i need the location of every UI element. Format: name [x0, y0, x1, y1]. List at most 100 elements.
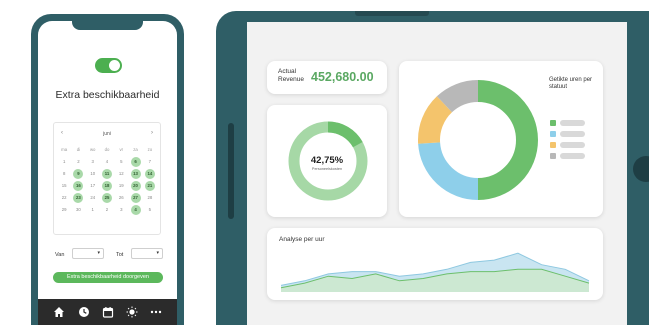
calendar-day-available[interactable]: 13: [130, 169, 141, 179]
personnel-cost-card: 42,75% Personeelskosten: [267, 105, 387, 217]
calendar-day-available[interactable]: 11: [101, 169, 112, 179]
calendar-day[interactable]: 1: [88, 205, 98, 215]
weekday-label: za: [133, 147, 138, 152]
donut-slice: [418, 141, 479, 200]
calendar-day[interactable]: 29: [59, 205, 69, 215]
hours-by-status-card: Getikte uren per statuut: [399, 61, 603, 217]
tablet-device: Actual Revenue 452,680.00 42,75% Persone…: [216, 11, 649, 325]
calendar-day[interactable]: 24: [88, 193, 98, 203]
dashboard-screen: Actual Revenue 452,680.00 42,75% Persone…: [247, 22, 627, 325]
to-select[interactable]: ▾: [131, 248, 163, 259]
calendar-day[interactable]: 3: [116, 205, 126, 215]
calendar-day[interactable]: 5: [145, 205, 155, 215]
calendar-day-available[interactable]: 23: [73, 193, 84, 203]
calendar-day-available[interactable]: 20: [130, 181, 141, 191]
calendar-icon[interactable]: [102, 306, 114, 318]
calendar-day[interactable]: 15: [59, 181, 69, 191]
toggle-knob: [109, 60, 120, 71]
more-icon[interactable]: [150, 306, 162, 318]
revenue-value: 452,680.00: [311, 70, 374, 84]
calendar-day-available[interactable]: 27: [130, 193, 141, 203]
legend-placeholder-bar: [560, 120, 585, 126]
revenue-label-line1: Actual: [278, 68, 297, 75]
calendar-month: juni: [103, 131, 111, 137]
legend-swatch: [550, 120, 556, 126]
legend-swatch: [550, 142, 556, 148]
calendar-day[interactable]: 28: [145, 193, 155, 203]
calendar-day[interactable]: 1: [59, 157, 69, 167]
legend-placeholder-bar: [560, 153, 585, 159]
calendar-day-available[interactable]: 18: [101, 181, 112, 191]
hourly-area-chart: [280, 252, 590, 292]
calendar-day[interactable]: 26: [116, 193, 126, 203]
calendar-day[interactable]: 12: [116, 169, 126, 179]
calendar-day-available[interactable]: 6: [130, 157, 141, 167]
weekday-label: ma: [61, 147, 68, 152]
tablet-side-button: [228, 123, 234, 219]
revenue-label-line2: Revenue: [278, 76, 305, 83]
legend-item: [550, 119, 590, 127]
from-label: Van: [55, 252, 65, 258]
weekday-label: wo: [89, 147, 96, 152]
caret-down-icon: ▾: [97, 250, 100, 256]
calendar-day[interactable]: 2: [102, 205, 112, 215]
page-title: Extra beschikbaarheid: [55, 89, 160, 101]
revenue-card: Actual Revenue 452,680.00: [267, 61, 387, 94]
donut-slice: [477, 80, 538, 200]
calendar-day[interactable]: 7: [145, 157, 155, 167]
sun-icon[interactable]: [126, 306, 138, 318]
hours-by-status-donut: [418, 80, 538, 200]
weekday-label: do: [104, 147, 110, 152]
weekday-label: di: [76, 147, 81, 152]
calendar-day-available[interactable]: 21: [144, 181, 155, 191]
donut-slice: [418, 96, 453, 144]
donut-slice: [436, 80, 479, 113]
legend-item: [550, 141, 590, 149]
home-icon[interactable]: [53, 306, 65, 318]
to-label: Tot: [116, 252, 124, 258]
calendar-day[interactable]: 30: [73, 205, 83, 215]
calendar-header: ‹ juni ›: [54, 130, 160, 140]
tablet-top-button: [355, 11, 429, 16]
calendar-day[interactable]: 10: [88, 169, 98, 179]
calendar-day[interactable]: 17: [88, 181, 98, 191]
calendar: ‹ juni › ma di wo do vr za zo 1 2 3 4 5 6 7 8 9 10 11 12 13…: [53, 122, 161, 235]
donut-progress: [327, 121, 363, 148]
calendar-day-available[interactable]: 25: [101, 193, 112, 203]
calendar-day[interactable]: 19: [116, 181, 126, 191]
clock-icon[interactable]: [78, 306, 90, 318]
calendar-day[interactable]: 3: [88, 157, 98, 167]
calendar-day-available[interactable]: 9: [73, 169, 84, 179]
calendar-day[interactable]: 22: [59, 193, 69, 203]
calendar-day-available[interactable]: 16: [73, 181, 84, 191]
legend-swatch: [550, 131, 556, 137]
availability-toggle[interactable]: [95, 58, 122, 73]
legend-swatch: [550, 153, 556, 159]
calendar-day[interactable]: 2: [73, 157, 83, 167]
legend-placeholder-bar: [560, 142, 585, 148]
phone-device: Extra beschikbaarheid ‹ juni › ma di wo do v…: [31, 14, 184, 325]
phone-screen: Extra beschikbaarheid ‹ juni › ma di wo do v…: [38, 21, 177, 325]
weekday-label: vr: [119, 147, 124, 152]
legend-placeholder-bar: [560, 131, 585, 137]
phone-notch: [72, 21, 143, 30]
donut-title: Getikte uren per statuut: [549, 77, 593, 90]
tablet-camera: [633, 156, 649, 182]
weekday-label: zo: [147, 147, 153, 152]
submit-availability-button[interactable]: Extra beschikbaarheid doorgeven: [53, 272, 163, 283]
donut-legend: [550, 119, 590, 163]
from-select[interactable]: ▾: [72, 248, 104, 259]
calendar-grid: ma di wo do vr za zo 1 2 3 4 5 6 7 8 9 10 11 12 13 14 15 16 17 1…: [57, 145, 157, 215]
calendar-day[interactable]: 4: [102, 157, 112, 167]
revenue-label: Actual Revenue: [278, 68, 304, 84]
tab-bar: [38, 299, 177, 325]
legend-item: [550, 130, 590, 138]
calendar-day-available[interactable]: 14: [144, 169, 155, 179]
calendar-day[interactable]: 8: [59, 169, 69, 179]
chevron-right-icon[interactable]: ›: [151, 130, 153, 136]
hourly-analysis-card: Analyse per uur: [267, 228, 603, 300]
time-filters: Van ▾ Tot ▾: [53, 248, 163, 262]
caret-down-icon: ▾: [156, 250, 159, 256]
calendar-day-available[interactable]: 4: [130, 205, 141, 215]
calendar-day[interactable]: 5: [116, 157, 126, 167]
